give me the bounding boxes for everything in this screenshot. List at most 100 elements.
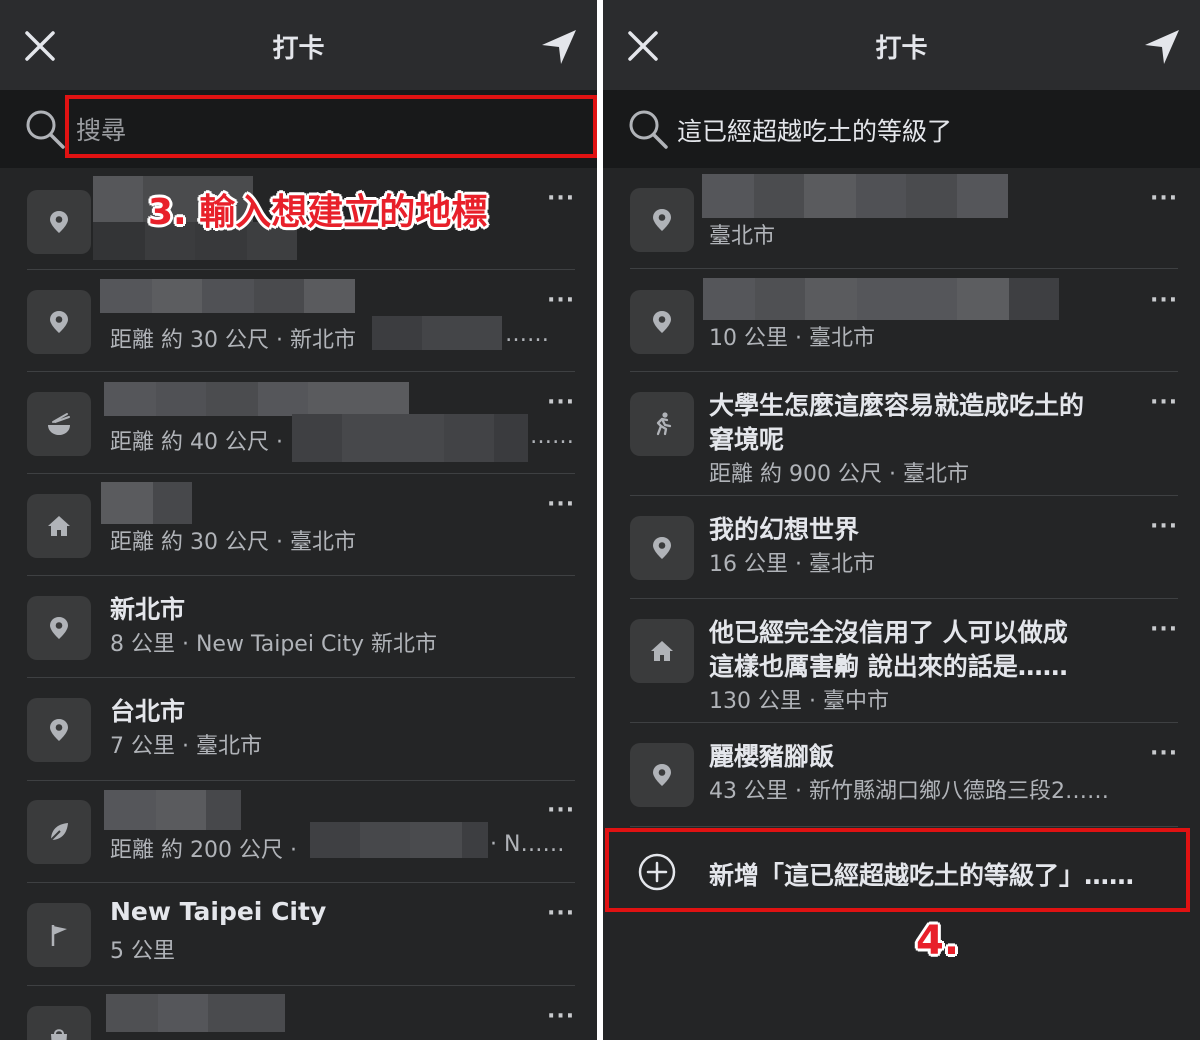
header-bar: 打卡 [0, 0, 597, 90]
food-bowl-icon [48, 413, 70, 435]
search-icon [26, 110, 65, 149]
list-item[interactable]: 距離 約 30 公尺 · 新北市 …… ··· [0, 270, 597, 372]
place-tile [630, 392, 694, 456]
map-pin-icon [653, 209, 671, 231]
place-tile [630, 516, 694, 580]
place-tile [630, 290, 694, 354]
place-subtitle-ellipsis: …… [530, 424, 574, 449]
house-icon [651, 641, 673, 661]
left-checkin-panel: 打卡 ··· 3. 輸入想建立的地標 距離 約 [0, 0, 597, 1040]
place-name-line2: 這樣也厲害齁 說出來的話是…… [709, 652, 1068, 681]
place-subtitle: 距離 約 40 公尺 · [110, 430, 283, 455]
place-subtitle: 距離 約 30 公尺 · 新北市 [110, 328, 356, 353]
more-options-button[interactable]: ··· [1150, 514, 1178, 539]
list-item[interactable]: 台北市 7 公里 · 臺北市 [0, 678, 597, 781]
running-person-icon [656, 412, 672, 436]
more-options-button[interactable]: ··· [1150, 617, 1178, 642]
place-name: 我的幻想世界 [709, 515, 860, 544]
place-name: 台北市 [110, 697, 186, 726]
blurred-sub [292, 414, 528, 462]
place-tile [630, 619, 694, 683]
search-bar: 這已經超越吃土的等級了 [603, 90, 1200, 168]
place-subtitle: 距離 約 200 公尺 · [110, 838, 297, 863]
divider [630, 268, 1178, 269]
place-tile [27, 392, 91, 456]
list-item[interactable]: 新北市 8 公里 · New Taipei City 新北市 [0, 576, 597, 678]
more-options-button[interactable]: ··· [547, 288, 575, 313]
place-name-line2: 窘境呢 [709, 425, 785, 454]
page-title: 打卡 [272, 34, 325, 64]
place-subtitle: 距離 約 900 公尺 · 臺北市 [709, 462, 969, 487]
blurred-name [104, 382, 409, 416]
blurred-name [101, 482, 192, 524]
list-item[interactable]: 10 公里 · 臺北市 ··· [603, 270, 1200, 372]
place-subtitle: 距離 約 30 公尺 · 臺北市 [110, 530, 356, 555]
list-item[interactable]: 距離 約 30 公尺 · 臺北市 ··· [0, 474, 597, 576]
right-checkin-panel: 打卡 這已經超越吃土的等級了 臺北市 ··· 10 公里 · 臺北市 ··· 大… [603, 0, 1200, 1040]
place-tile [27, 800, 91, 864]
place-name: New Taipei City [110, 897, 327, 926]
list-item[interactable]: 距離 約 200 公尺 · · N…… ··· [0, 780, 597, 883]
place-subtitle: 43 公里 · 新竹縣湖口鄉八德路三段2…… [709, 779, 1109, 804]
place-tile [27, 596, 91, 660]
map-pin-icon [653, 537, 671, 559]
list-item[interactable]: 大學生怎麼這麼容易就造成吃土的 窘境呢 距離 約 900 公尺 · 臺北市 ··… [603, 372, 1200, 496]
blurred-name [702, 174, 1008, 218]
house-icon [48, 516, 70, 536]
list-item[interactable]: 麗櫻豬腳飯 43 公里 · 新竹縣湖口鄉八德路三段2…… ··· [603, 723, 1200, 827]
flag-icon [51, 925, 67, 946]
step-4-annotation: 4. [916, 918, 960, 964]
search-highlight-box [65, 95, 597, 158]
list-item[interactable]: 他已經完全沒信用了 人可以做成 這樣也厲害齁 說出來的話是…… 130 公里 ·… [603, 599, 1200, 723]
shopping-bag-icon [51, 1029, 67, 1040]
map-pin-icon [50, 719, 68, 741]
place-subtitle: 8 公里 · New Taipei City 新北市 [110, 632, 438, 657]
more-options-button[interactable]: ··· [547, 492, 575, 517]
place-tile [27, 290, 91, 354]
list-item[interactable]: ··· [0, 986, 597, 1040]
place-tile [630, 188, 694, 252]
place-subtitle: 臺北市 [709, 224, 776, 249]
place-subtitle: 5 公里 [110, 939, 175, 964]
list-item[interactable]: 臺北市 ··· [603, 168, 1200, 270]
place-tile [27, 698, 91, 762]
place-tile [27, 494, 91, 558]
more-options-button[interactable]: ··· [547, 901, 575, 926]
more-options-button[interactable]: ··· [547, 390, 575, 415]
map-pin-icon [50, 211, 68, 233]
place-name: 麗櫻豬腳飯 [709, 742, 835, 771]
search-icon [629, 110, 668, 149]
place-name: 他已經完全沒信用了 人可以做成 [709, 618, 1068, 647]
place-name: 大學生怎麼這麼容易就造成吃土的 [709, 391, 1085, 420]
map-pin-icon [50, 311, 68, 333]
more-options-button[interactable]: ··· [1150, 741, 1178, 766]
place-name: 新北市 [110, 595, 186, 624]
add-place-highlight-box [605, 828, 1190, 912]
list-item[interactable]: New Taipei City 5 公里 ··· [0, 883, 597, 986]
place-tile [630, 743, 694, 807]
step-3-annotation: 3. 輸入想建立的地標 [148, 192, 488, 233]
list-item[interactable]: 距離 約 40 公尺 · …… ··· [0, 372, 597, 474]
more-options-button[interactable]: ··· [547, 186, 575, 211]
list-item[interactable]: 我的幻想世界 16 公里 · 臺北市 ··· [603, 496, 1200, 599]
search-input[interactable]: 這已經超越吃土的等級了 [677, 112, 952, 148]
blurred-sub [372, 316, 502, 350]
more-options-button[interactable]: ··· [1150, 288, 1178, 313]
more-options-button[interactable]: ··· [1150, 186, 1178, 211]
blurred-sub [310, 822, 488, 858]
place-subtitle: 16 公里 · 臺北市 [709, 552, 875, 577]
place-subtitle-ellipsis: · N…… [490, 832, 565, 857]
location-arrow-icon[interactable] [1141, 26, 1183, 68]
more-options-button[interactable]: ··· [1150, 390, 1178, 415]
place-subtitle: 7 公里 · 臺北市 [110, 734, 262, 759]
blurred-name [703, 278, 1059, 320]
blurred-name [106, 994, 285, 1032]
location-arrow-icon[interactable] [538, 26, 580, 68]
place-subtitle: 130 公里 · 臺中市 [709, 689, 889, 714]
more-options-button[interactable]: ··· [547, 798, 575, 823]
header-bar: 打卡 [603, 0, 1200, 90]
blurred-name [104, 790, 241, 830]
map-pin-icon [653, 311, 671, 333]
page-title: 打卡 [875, 34, 928, 64]
more-options-button[interactable]: ··· [547, 1004, 575, 1029]
